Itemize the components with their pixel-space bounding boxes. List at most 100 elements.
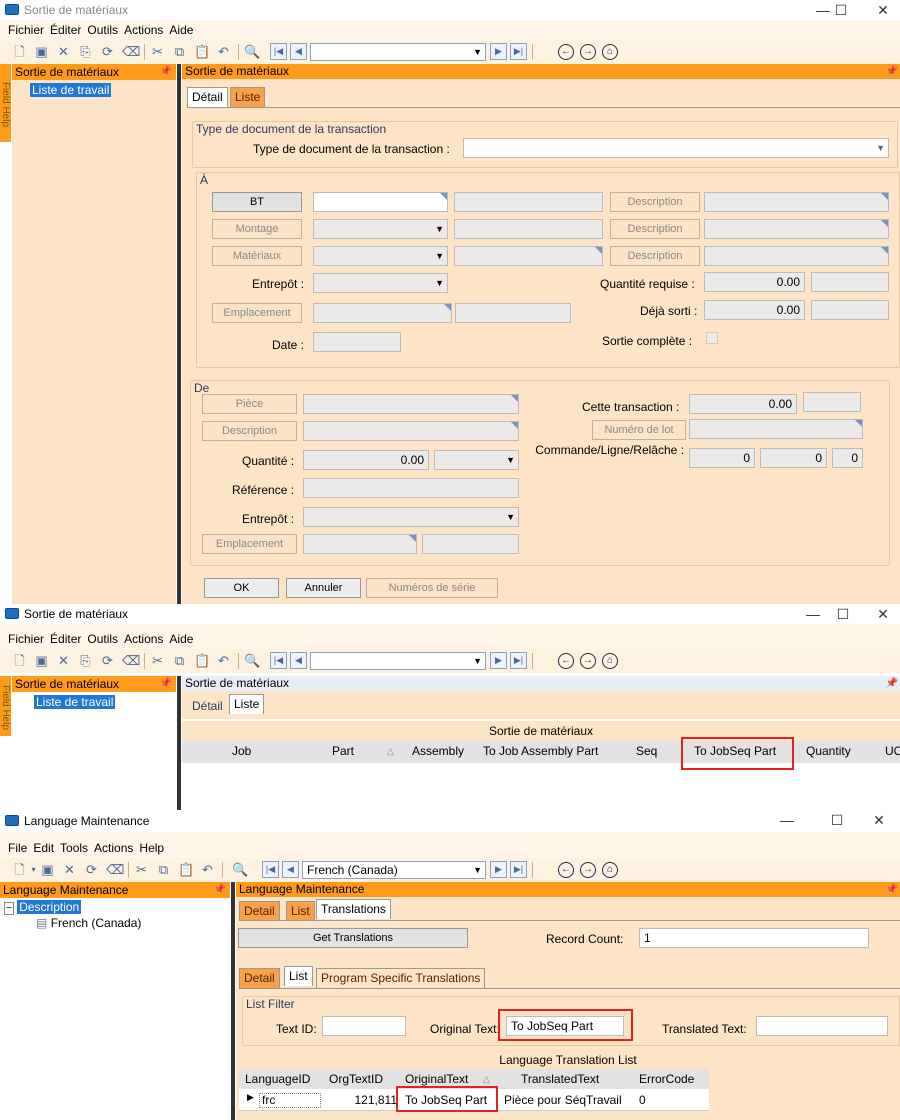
tree-root-description[interactable]: Description xyxy=(17,900,82,914)
back-icon[interactable]: ← xyxy=(558,44,574,60)
column-header-orgtextid[interactable]: OrgTextID xyxy=(329,1069,383,1089)
numero-lot-field[interactable] xyxy=(689,419,863,439)
clear-icon[interactable]: ⌫ xyxy=(122,44,140,59)
tab-liste[interactable]: Liste xyxy=(229,694,265,714)
menu-fichier[interactable]: Fichier xyxy=(8,20,44,40)
entrepot-select[interactable]: ▼ xyxy=(303,507,519,527)
menu-aide[interactable]: Aide xyxy=(169,20,193,40)
last-record-button[interactable]: ▶| xyxy=(510,652,527,669)
prev-record-button[interactable]: ◀ xyxy=(282,861,299,878)
clear-icon[interactable]: ⌫ xyxy=(106,862,124,877)
minimize-button[interactable]: — xyxy=(796,604,830,624)
field-help-tab[interactable]: Field Help xyxy=(0,676,11,736)
tab-translations[interactable]: Translations xyxy=(316,899,391,919)
search-icon[interactable]: 🔍 xyxy=(244,653,260,668)
refresh-icon[interactable]: ⟳ xyxy=(100,653,115,668)
record-navigator-combo[interactable]: ▼ xyxy=(310,43,486,61)
new-icon[interactable]: 🗋 xyxy=(12,862,27,877)
subtab-list[interactable]: List xyxy=(284,966,313,986)
save-icon[interactable]: ▣ xyxy=(34,44,49,59)
last-record-button[interactable]: ▶| xyxy=(510,43,527,60)
maximize-button[interactable]: ☐ xyxy=(826,604,860,624)
tab-detail[interactable]: Détail xyxy=(187,87,228,107)
splitter[interactable] xyxy=(177,64,181,604)
entrepot-select[interactable]: ▼ xyxy=(313,273,448,293)
cut-icon[interactable]: ✂ xyxy=(150,44,165,59)
materiaux-select[interactable]: ▼ xyxy=(313,246,448,266)
deja-sorti-field[interactable]: 0.00 xyxy=(704,300,805,320)
first-record-button[interactable]: |◀ xyxy=(270,652,287,669)
tab-liste[interactable]: Liste xyxy=(230,87,266,107)
next-record-button[interactable]: ▶ xyxy=(490,43,507,60)
close-button[interactable]: ✕ xyxy=(862,810,896,830)
delete-icon[interactable]: ✕ xyxy=(56,653,71,668)
cell-orgtextid[interactable]: 121,811 xyxy=(329,1093,398,1107)
commande-field[interactable]: 0 xyxy=(689,448,755,468)
search-icon[interactable]: 🔍 xyxy=(232,862,248,877)
prev-record-button[interactable]: ◀ xyxy=(290,43,307,60)
first-record-button[interactable]: |◀ xyxy=(270,43,287,60)
attach-icon[interactable]: ⎘ xyxy=(78,44,93,59)
cell-errorcode[interactable]: 0 xyxy=(639,1093,646,1107)
pin-icon[interactable]: 📌 xyxy=(886,676,898,691)
cut-icon[interactable]: ✂ xyxy=(134,862,149,877)
home-icon[interactable]: ⌂ xyxy=(602,653,618,669)
column-header-uom[interactable]: UO xyxy=(885,741,900,761)
delete-icon[interactable]: ✕ xyxy=(56,44,71,59)
save-icon[interactable]: ▣ xyxy=(34,653,49,668)
close-button[interactable]: ✕ xyxy=(866,0,900,20)
new-icon[interactable]: 🗋 xyxy=(12,653,27,668)
cut-icon[interactable]: ✂ xyxy=(150,653,165,668)
home-icon[interactable]: ⌂ xyxy=(602,862,618,878)
first-record-button[interactable]: |◀ xyxy=(262,861,279,878)
quantite-requise-field[interactable]: 0.00 xyxy=(704,272,805,292)
prev-record-button[interactable]: ◀ xyxy=(290,652,307,669)
description-field[interactable] xyxy=(704,192,889,212)
translated-text-field[interactable] xyxy=(756,1016,888,1036)
cell-languageid[interactable]: frc xyxy=(259,1093,321,1108)
forward-icon[interactable]: → xyxy=(580,653,596,669)
subtab-detail[interactable]: Detail xyxy=(239,968,280,988)
back-icon[interactable]: ← xyxy=(558,653,574,669)
piece-button[interactable]: Pièce xyxy=(202,394,297,414)
materiaux-desc-field[interactable] xyxy=(454,246,603,266)
emplacement-button[interactable]: Emplacement xyxy=(202,534,297,554)
annuler-button[interactable]: Annuler xyxy=(286,578,361,598)
tab-list[interactable]: List xyxy=(286,901,315,921)
record-navigator-combo[interactable]: French (Canada) ▼ xyxy=(302,861,486,879)
paste-icon[interactable]: 📋 xyxy=(194,44,210,59)
menu-fichier[interactable]: Fichier xyxy=(8,629,44,649)
undo-icon[interactable]: ↶ xyxy=(216,653,231,668)
description-button[interactable]: Description xyxy=(610,219,700,239)
column-header-to-job-assembly-part[interactable]: To Job Assembly Part xyxy=(483,741,598,761)
description-field[interactable] xyxy=(704,246,889,266)
forward-icon[interactable]: → xyxy=(580,44,596,60)
quantite-requise-uom[interactable] xyxy=(811,272,889,292)
maximize-button[interactable]: ☐ xyxy=(824,0,858,20)
emplacement-button[interactable]: Emplacement xyxy=(212,303,302,323)
field-help-tab[interactable]: Field Help xyxy=(0,64,11,142)
ok-button[interactable]: OK xyxy=(204,578,279,598)
menu-help[interactable]: Help xyxy=(139,838,164,858)
tab-detail[interactable]: Détail xyxy=(187,696,228,716)
materiaux-button[interactable]: Matériaux xyxy=(212,246,302,266)
menu-editer[interactable]: Éditer xyxy=(50,20,81,40)
cette-transaction-field[interactable]: 0.00 xyxy=(689,394,797,414)
montage-button[interactable]: Montage xyxy=(212,219,302,239)
undo-icon[interactable]: ↶ xyxy=(216,44,231,59)
pin-icon[interactable]: 📌 xyxy=(160,64,172,80)
close-button[interactable]: ✕ xyxy=(866,604,900,624)
montage-desc-field[interactable] xyxy=(454,219,603,239)
pin-icon[interactable]: 📌 xyxy=(886,64,898,79)
copy-icon[interactable]: ⧉ xyxy=(172,44,187,59)
chevron-down-icon[interactable]: ▾ xyxy=(26,862,41,877)
cette-transaction-uom[interactable] xyxy=(803,392,861,412)
bt-field[interactable] xyxy=(313,192,448,212)
search-icon[interactable]: 🔍 xyxy=(244,44,260,59)
copy-icon[interactable]: ⧉ xyxy=(172,653,187,668)
refresh-icon[interactable]: ⟳ xyxy=(84,862,99,877)
date-field[interactable] xyxy=(313,332,401,352)
next-record-button[interactable]: ▶ xyxy=(490,652,507,669)
emplacement-desc-field[interactable] xyxy=(455,303,571,323)
text-id-field[interactable] xyxy=(322,1016,406,1036)
